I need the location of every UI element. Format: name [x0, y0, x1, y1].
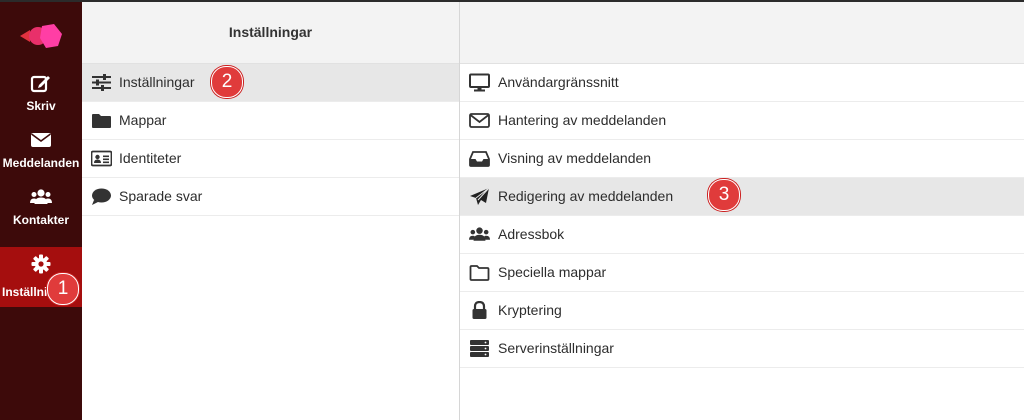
monitor-icon — [469, 73, 490, 92]
section-item-composing-messages[interactable]: Redigering av meddelanden — [460, 178, 1024, 216]
settings-column: Inställningar Inställningar Mappar Ident… — [82, 2, 460, 420]
sliders-icon — [92, 74, 111, 91]
section-item-label: Kryptering — [498, 302, 562, 318]
app-logo-icon — [20, 24, 62, 48]
speech-bubble-icon — [92, 188, 111, 205]
id-card-icon — [91, 150, 112, 167]
nav-contacts[interactable]: Kontakter — [0, 180, 82, 236]
section-item-label: Visning av meddelanden — [498, 150, 652, 166]
section-item-label: Användargränssnitt — [498, 74, 619, 90]
lock-icon — [472, 301, 487, 319]
settings-item-identities[interactable]: Identiteter — [82, 140, 459, 178]
folder-outline-icon — [469, 265, 490, 281]
settings-item-saved-replies[interactable]: Sparade svar — [82, 178, 459, 216]
nav-contacts-label: Kontakter — [12, 213, 69, 227]
callout-badge-2: 2 — [211, 66, 243, 98]
settings-list: Inställningar Mappar Identiteter Sparade… — [82, 64, 459, 216]
section-item-label: Serverinställningar — [498, 340, 614, 356]
callout-badge-3: 3 — [708, 179, 740, 211]
nav-compose-label: Skriv — [26, 99, 56, 113]
settings-item-preferences[interactable]: Inställningar — [82, 64, 459, 102]
section-item-label: Speciella mappar — [498, 264, 607, 280]
nav-messages-label: Meddelanden — [2, 156, 80, 170]
sections-list: Användargränssnitt Hantering av meddelan… — [460, 64, 1024, 368]
envelope-outline-icon — [469, 113, 490, 128]
section-item-label: Adressbok — [498, 226, 565, 242]
settings-item-label: Mappar — [119, 112, 167, 128]
gear-icon — [31, 254, 51, 274]
settings-column-header: Inställningar — [82, 2, 459, 64]
server-icon — [470, 340, 489, 357]
section-item-special-folders[interactable]: Speciella mappar — [460, 254, 1024, 292]
inbox-tray-icon — [469, 151, 490, 167]
section-item-user-interface[interactable]: Användargränssnitt — [460, 64, 1024, 102]
section-item-label: Hantering av meddelanden — [498, 112, 667, 128]
folder-icon — [92, 114, 111, 128]
section-item-message-display[interactable]: Visning av meddelanden — [460, 140, 1024, 178]
settings-item-folders[interactable]: Mappar — [82, 102, 459, 140]
section-item-message-handling[interactable]: Hantering av meddelanden — [460, 102, 1024, 140]
settings-item-label: Inställningar — [119, 74, 195, 90]
section-item-address-book[interactable]: Adressbok — [460, 216, 1024, 254]
settings-item-label: Identiteter — [119, 150, 182, 166]
sections-column-header — [460, 2, 1024, 64]
section-item-label: Redigering av meddelanden — [498, 188, 674, 204]
nav-compose[interactable]: Skriv — [0, 66, 82, 122]
paper-plane-icon — [470, 187, 490, 205]
users-icon — [30, 189, 52, 204]
nav-messages[interactable]: Meddelanden — [0, 123, 82, 179]
users-icon — [469, 227, 490, 241]
main-navigation: Skriv Meddelanden Kontakter Inställni — [0, 2, 82, 420]
section-item-encryption[interactable]: Kryptering — [460, 292, 1024, 330]
settings-item-label: Sparade svar — [119, 188, 203, 204]
envelope-icon — [31, 133, 51, 147]
sections-column: Användargränssnitt Hantering av meddelan… — [460, 2, 1024, 420]
section-item-server-settings[interactable]: Serverinställningar — [460, 330, 1024, 368]
compose-icon — [30, 75, 50, 93]
callout-badge-1: 1 — [47, 273, 79, 305]
